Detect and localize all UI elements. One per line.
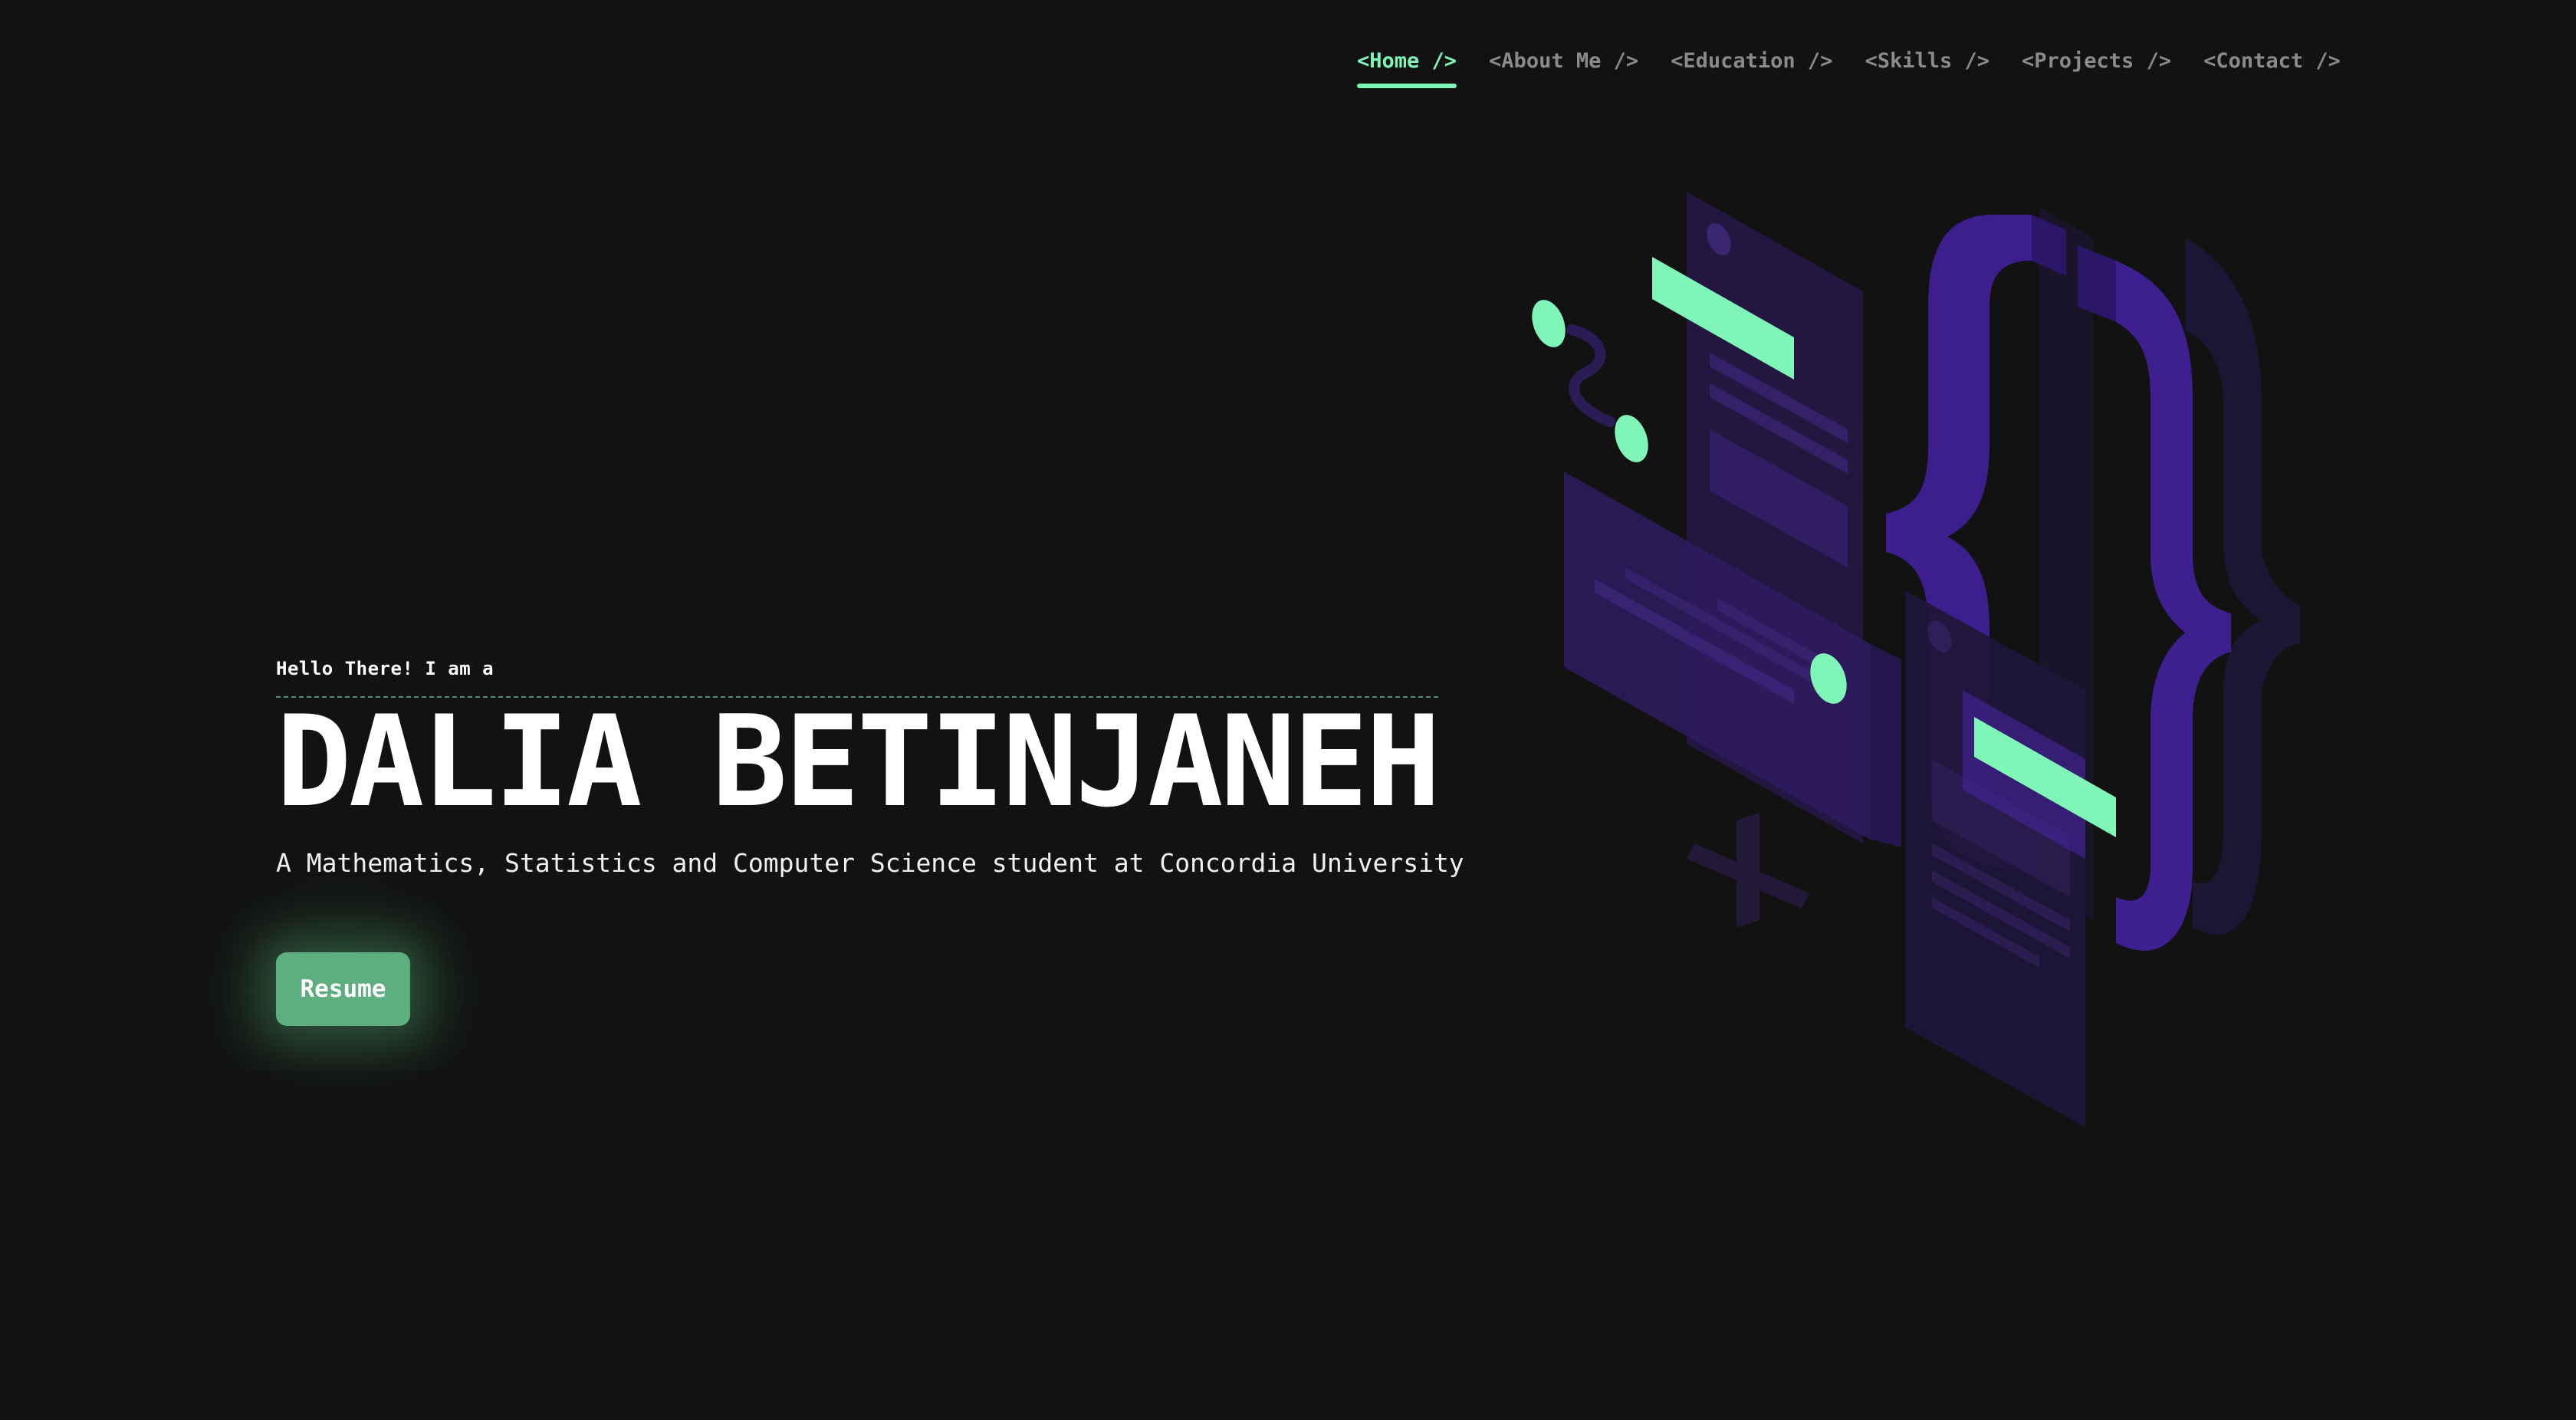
portfolio-page: <Home /> <About Me /> <Education /> <Ski…: [0, 0, 2576, 1420]
code-braces-illustration-icon: [1503, 153, 2331, 1150]
nav-projects[interactable]: <Projects />: [2022, 49, 2171, 88]
hero-name: DALIA BETINJANEH: [276, 689, 1441, 835]
hero-section: Hello There! I am a DALIA BETINJANEH A M…: [276, 658, 1472, 1026]
hero-subtitle: A Mathematics, Statistics and Computer S…: [276, 848, 1464, 878]
top-navigation: <Home /> <About Me /> <Education /> <Ski…: [1357, 49, 2341, 88]
nav-contact[interactable]: <Contact />: [2203, 49, 2341, 88]
nav-about-me[interactable]: <About Me />: [1489, 49, 1638, 88]
hero-greeting: Hello There! I am a: [276, 658, 495, 679]
nav-home[interactable]: <Home />: [1357, 49, 1457, 88]
nav-education[interactable]: <Education />: [1671, 49, 1832, 88]
resume-button[interactable]: Resume: [276, 952, 410, 1026]
nav-skills[interactable]: <Skills />: [1865, 49, 1990, 88]
